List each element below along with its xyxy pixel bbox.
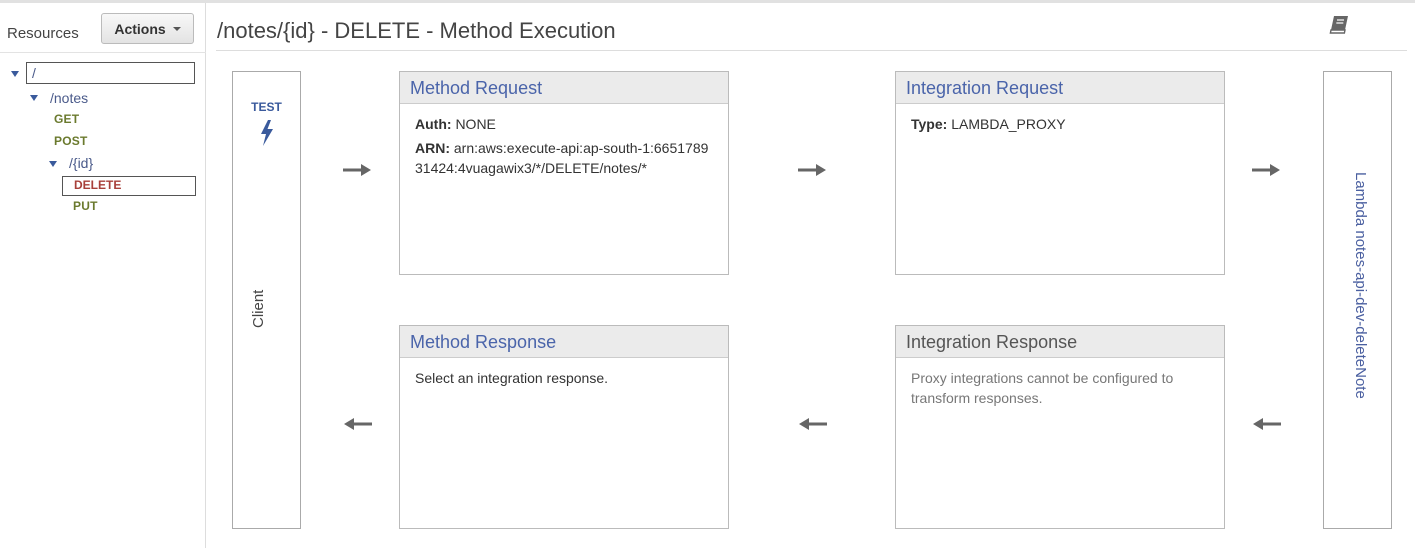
lightning-bolt-icon[interactable] [258,119,276,147]
expand-id-icon[interactable] [49,161,57,167]
tree-item-id-delete[interactable]: DELETE [62,176,196,196]
resources-pane: Resources Actions / /notes GET POST /{id… [0,3,206,548]
client-panel: TEST Client [232,71,301,529]
actions-button[interactable]: Actions [101,13,194,44]
integration-request-body: Type: LAMBDA_PROXY [896,104,1224,148]
caret-down-icon [172,26,181,31]
method-request-card: Method Request Auth: NONE ARN: arn:aws:e… [399,71,729,275]
top-border [0,0,1415,3]
method-response-card: Method Response Select an integration re… [399,325,729,529]
type-key: Type: [911,116,948,132]
integration-response-body: Proxy integrations cannot be configured … [911,370,1174,406]
actions-button-label: Actions [114,20,166,37]
expand-notes-icon[interactable] [30,95,38,101]
tree-item-notes-post[interactable]: POST [54,134,87,148]
arrow-right-icon [343,164,371,176]
auth-value: NONE [455,116,496,132]
lambda-panel[interactable]: Lambda notes-api-dev-deleteNote [1323,71,1392,529]
tree-item-root-label: / [32,65,36,81]
tree-item-notes-get[interactable]: GET [54,112,79,126]
divider [0,52,206,53]
divider [216,50,1407,51]
tree-item-id[interactable]: /{id} [69,155,93,171]
tree-item-root[interactable]: / [26,62,195,84]
page-title: /notes/{id} - DELETE - Method Execution [217,18,616,43]
method-request-title[interactable]: Method Request [400,72,728,104]
method-response-body: Select an integration response. [415,370,609,386]
method-response-title[interactable]: Method Response [400,326,728,358]
arrow-left-icon [799,418,827,430]
arrow-right-icon [1252,164,1280,176]
arrow-left-icon [344,418,372,430]
integration-request-title[interactable]: Integration Request [896,72,1224,104]
tree-item-id-put[interactable]: PUT [73,199,98,213]
method-request-body: Auth: NONE ARN: arn:aws:execute-api:ap-s… [400,104,728,192]
arn-value: arn:aws:execute-api:ap-south-1:665178931… [415,140,709,176]
integration-response-card: Integration Response Proxy integrations … [895,325,1225,529]
expand-root-icon[interactable] [11,71,19,77]
arrow-right-icon [798,164,826,176]
client-label: Client [250,289,267,328]
test-link[interactable]: TEST [233,100,300,114]
integration-request-card: Integration Request Type: LAMBDA_PROXY [895,71,1225,275]
tree-item-notes[interactable]: /notes [50,90,88,106]
type-value: LAMBDA_PROXY [951,116,1066,132]
arn-key: ARN: [415,140,450,156]
book-icon[interactable] [1329,13,1351,35]
arrow-left-icon [1253,418,1281,430]
integration-response-title: Integration Response [896,326,1224,358]
auth-key: Auth: [415,116,452,132]
lambda-label[interactable]: Lambda notes-api-dev-deleteNote [1352,172,1369,399]
resources-title: Resources [7,25,79,42]
